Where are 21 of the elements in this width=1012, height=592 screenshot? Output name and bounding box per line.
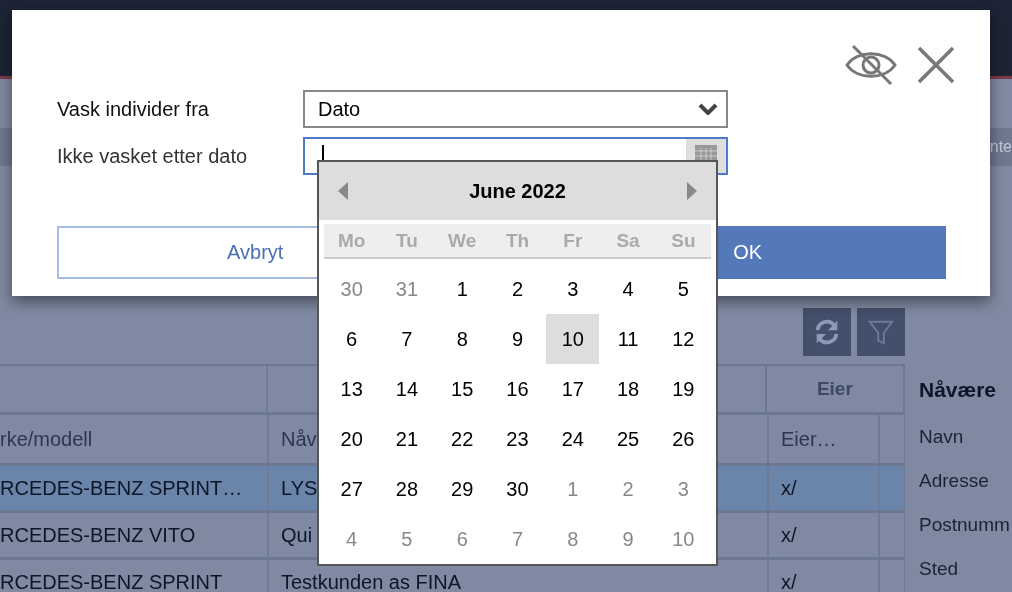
table-cell: x/ [767,466,878,510]
weekday-label: Mo [336,229,367,252]
field-label: Ikke vasket etter dato [57,143,249,169]
weekday-label: Sa [615,229,641,252]
weekday-label: Tu [395,229,419,252]
weekday-label: Th [504,229,531,252]
field-label: Adresse [919,470,990,493]
table-cell-text: RCEDES-BENZ SPRINT… [0,476,244,501]
field-label: Postnumm [919,514,1010,537]
column-group-header: Eier [765,366,904,412]
field-label: Sted [919,558,960,581]
weekday-label: Su [670,229,697,252]
table-cell: x/ [767,560,878,592]
month-title: June 2022 [469,179,566,203]
table-cell-text: RCEDES-BENZ VITO [0,523,197,548]
weekday-label: Fr [562,229,584,252]
panel-title: Nåvære [919,378,998,403]
field-label: Navn [919,426,965,449]
table-cell: x/ [767,513,878,557]
field-label: Vask individer fra [57,96,210,122]
table-cell-text: RCEDES-BENZ SPRINT [0,570,224,592]
